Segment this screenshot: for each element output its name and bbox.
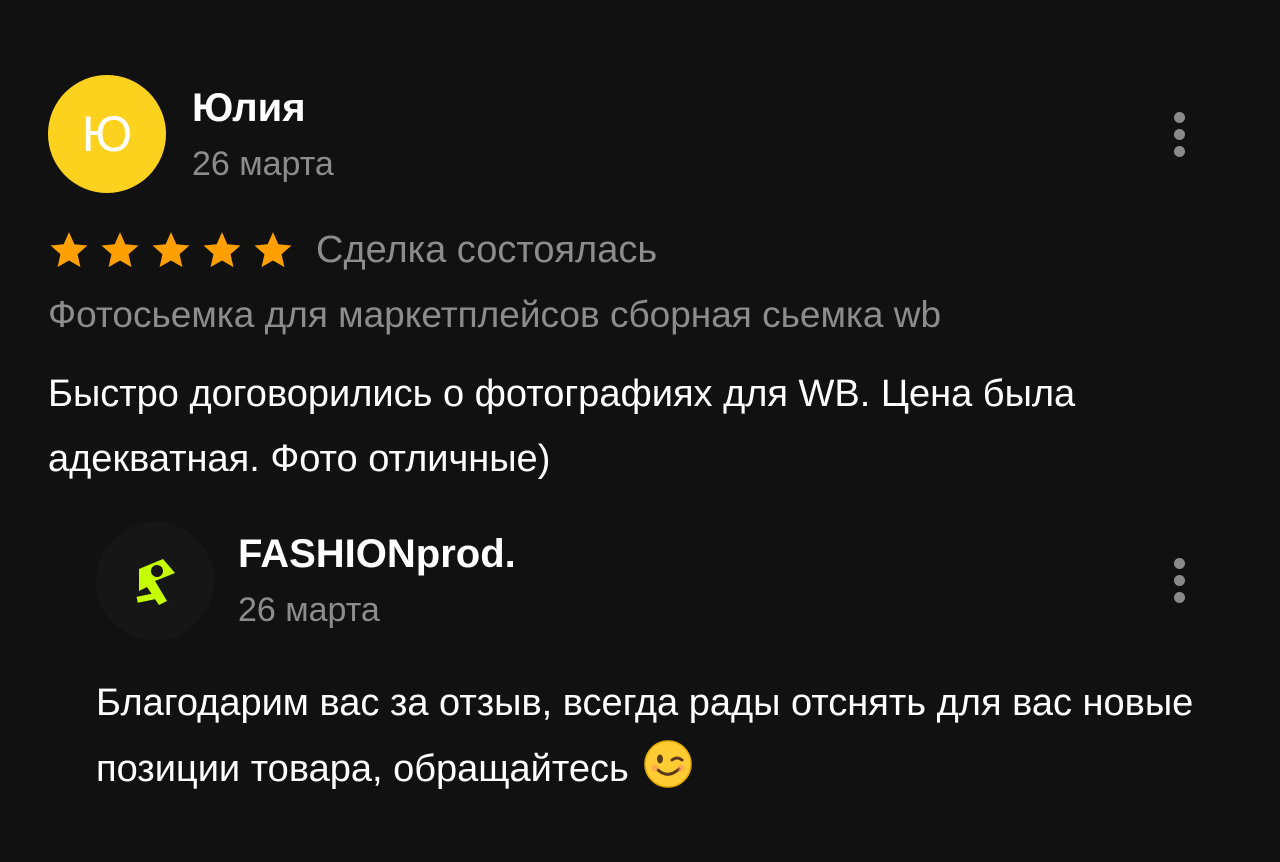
rating-row: Сделка состоялась	[48, 222, 657, 278]
winking-face-icon	[644, 740, 693, 788]
review-card: Ю Юлия 26 марта Сделка состоялась Фотось…	[0, 0, 1280, 862]
fashionprod-logo-icon	[136, 559, 175, 605]
review-text: Быстро договорились о фотографиях для WB…	[48, 373, 1076, 480]
star-icon	[254, 232, 292, 268]
star-rating	[48, 229, 294, 271]
more-vertical-icon	[1173, 557, 1185, 569]
reply-author: FASHIONprod.	[238, 532, 516, 576]
service-name: Фотосьемка для маркетплейсов сборная сье…	[48, 294, 942, 335]
author-name: Юлия	[192, 86, 306, 130]
star-icon	[50, 232, 88, 268]
more-vertical-icon	[1173, 111, 1185, 123]
deal-status: Сделка состоялась	[316, 228, 658, 271]
avatar: Ю	[48, 75, 166, 193]
reply-more-button[interactable]	[1159, 550, 1199, 610]
review-date: 26 марта	[192, 145, 334, 183]
reply-avatar	[96, 522, 214, 640]
review-more-button[interactable]	[1159, 104, 1199, 164]
reply-date: 26 марта	[238, 591, 380, 629]
star-icon	[203, 232, 241, 268]
reply-text-block: Благодарим вас за отзыв, всегда рады отс…	[96, 670, 1226, 802]
star-icon	[101, 232, 139, 268]
star-icon	[152, 232, 190, 268]
